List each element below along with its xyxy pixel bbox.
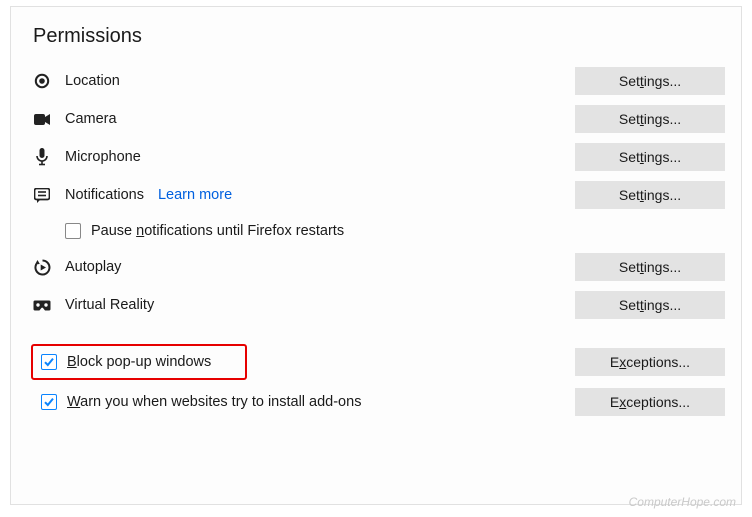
vr-icon — [33, 296, 51, 314]
row-autoplay: Autoplay Settings... — [27, 248, 725, 286]
vr-settings-button[interactable]: Settings... — [575, 291, 725, 319]
camera-icon — [33, 110, 51, 128]
row-notifications: Notifications Learn more Settings... — [27, 176, 725, 214]
camera-label: Camera — [65, 111, 117, 127]
row-camera: Camera Settings... — [27, 100, 725, 138]
row-vr: Virtual Reality Settings... — [27, 286, 725, 324]
autoplay-settings-button[interactable]: Settings... — [575, 253, 725, 281]
block-popups-label: Block pop-up windows — [67, 354, 211, 370]
notifications-label: Notifications — [65, 187, 144, 203]
row-block-popups: Block pop-up windows Exceptions... — [27, 342, 725, 382]
location-settings-button[interactable]: Settings... — [575, 67, 725, 95]
notifications-learn-more-link[interactable]: Learn more — [158, 187, 232, 203]
warn-addons-exceptions-button[interactable]: Exceptions... — [575, 388, 725, 416]
autoplay-icon — [33, 258, 51, 276]
section-title: Permissions — [33, 25, 725, 48]
vr-label: Virtual Reality — [65, 297, 154, 313]
microphone-label: Microphone — [65, 149, 141, 165]
row-pause-notifications: Pause notifications until Firefox restar… — [27, 214, 725, 248]
microphone-settings-button[interactable]: Settings... — [575, 143, 725, 171]
camera-settings-button[interactable]: Settings... — [575, 105, 725, 133]
notifications-settings-button[interactable]: Settings... — [575, 181, 725, 209]
warn-addons-checkbox[interactable] — [41, 394, 57, 410]
pause-notifications-checkbox[interactable] — [65, 223, 81, 239]
block-popups-checkbox[interactable] — [41, 354, 57, 370]
permissions-panel: Permissions Location Settings... Camera … — [10, 6, 742, 505]
row-location: Location Settings... — [27, 62, 725, 100]
row-warn-addons: Warn you when websites try to install ad… — [27, 382, 725, 422]
microphone-icon — [33, 148, 51, 166]
warn-addons-label: Warn you when websites try to install ad… — [67, 394, 361, 410]
row-microphone: Microphone Settings... — [27, 138, 725, 176]
block-popups-exceptions-button[interactable]: Exceptions... — [575, 348, 725, 376]
notifications-icon — [33, 186, 51, 204]
pause-notifications-label: Pause notifications until Firefox restar… — [91, 223, 344, 239]
watermark: ComputerHope.com — [629, 495, 736, 509]
autoplay-label: Autoplay — [65, 259, 121, 275]
location-icon — [33, 72, 51, 90]
location-label: Location — [65, 73, 120, 89]
